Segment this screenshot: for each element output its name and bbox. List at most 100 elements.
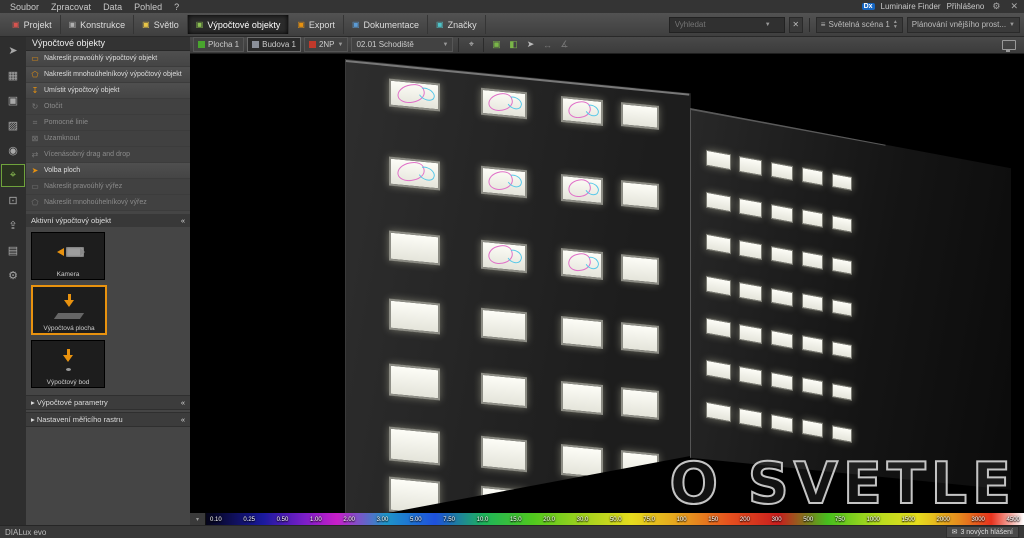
object-tile-label: Výpočtový bod <box>46 379 90 386</box>
tab-dokumentace[interactable]: ▣ Dokumentace <box>344 15 429 34</box>
angle-icon[interactable]: ∡ <box>557 39 571 50</box>
monitor-icon[interactable] <box>1002 39 1016 52</box>
floor-icon <box>308 41 316 48</box>
tab-label: Konstrukce <box>80 19 126 30</box>
tool-label: Otočit <box>44 103 63 110</box>
menu-item-pohled[interactable]: Pohled <box>128 2 168 12</box>
tool-nakreslit-pravo-hl-v-po-tov-objekt[interactable]: ▭ Nakreslit pravoúhlý výpočtový objekt <box>26 51 190 67</box>
planning-mode-dropdown[interactable]: Plánování vnějšího prost... ▼ <box>906 16 1020 33</box>
export-mode-icon[interactable]: ⇪ <box>1 214 25 237</box>
luminaire-finder-link[interactable]: Luminaire Finder <box>881 2 941 11</box>
view-mode-icon[interactable]: ⊡ <box>1 189 25 212</box>
scale-value: 2000 <box>936 516 950 523</box>
tab-konstrukce[interactable]: ▣ Konstrukce <box>61 15 135 34</box>
building-window <box>832 215 852 234</box>
collapse-icon[interactable]: « <box>181 214 185 227</box>
building-window <box>389 298 440 335</box>
gear-icon[interactable]: ⚙ <box>990 1 1002 12</box>
menu-item-soubor[interactable]: Soubor <box>4 2 45 12</box>
building-label: Budova 1 <box>262 40 296 49</box>
viewport-toolbar-divider <box>458 37 460 52</box>
measure-icon[interactable]: ↔ <box>540 40 554 50</box>
spinner-icon[interactable]: ▲ ▼ <box>893 19 898 30</box>
login-status[interactable]: Přihlášeno <box>947 2 985 11</box>
chevron-down-icon[interactable]: ▼ <box>765 22 771 28</box>
light-scene-dropdown[interactable]: ≡ Světelná scéna 1 ▲ ▼ <box>815 16 903 33</box>
scale-value: 200 <box>739 516 750 523</box>
clear-search-button[interactable]: ✕ <box>788 16 803 33</box>
surface-icon <box>198 41 205 48</box>
tool-nakreslit-mnoho-heln-kov-v-po-tov-objekt[interactable]: ⬠ Nakreslit mnohoúhelníkový výpočtový obj… <box>26 67 190 83</box>
building-window <box>481 87 527 120</box>
tool-label: Nakreslit pravoúhlý výřez <box>44 183 123 190</box>
room-dropdown[interactable]: 02.01 Schodiště ▼ <box>351 37 454 52</box>
scale-value: 30.0 <box>576 516 589 523</box>
building-window <box>739 197 762 218</box>
scale-value: 20.0 <box>543 516 555 523</box>
building-window <box>706 317 731 339</box>
3d-canvas[interactable]: O SVETLE <box>190 53 1024 513</box>
building-window <box>706 401 731 423</box>
message-icon: ✉ <box>951 529 958 536</box>
scale-value: 0.25 <box>243 516 256 523</box>
building-window <box>621 102 659 131</box>
notifications-button[interactable]: ✉ 3 nových hlášení <box>945 526 1019 538</box>
object-tile-kamera[interactable]: Kamera <box>31 232 105 280</box>
building-window <box>739 239 762 260</box>
pan-icon[interactable]: ⌖ <box>464 39 478 50</box>
scale-value: 3.00 <box>376 516 389 523</box>
materials-mode-icon[interactable]: ▨ <box>1 114 25 137</box>
building-window <box>561 380 603 416</box>
tool-label: Pomocné linie <box>44 119 88 126</box>
building-window <box>561 493 603 513</box>
light-mode-icon[interactable]: ◉ <box>1 139 25 162</box>
floor-dropdown[interactable]: 2NP ▼ <box>303 37 349 52</box>
menu-item-?[interactable]: ? <box>168 2 185 12</box>
scale-value: 0.10 <box>210 516 222 523</box>
camera-icon <box>53 247 85 257</box>
main-toolbar: ▣ Projekt ▣ Konstrukce ▣ Světlo ▣ Výpočtové obj… <box>0 13 1024 37</box>
calculation-mode-icon[interactable]: ⌖ <box>1 164 25 187</box>
menu-item-data[interactable]: Data <box>97 2 128 12</box>
chevron-down-icon: ▼ <box>337 41 344 48</box>
menu-item-zpracovat[interactable]: Zpracovat <box>45 2 97 12</box>
search-input[interactable] <box>672 19 763 30</box>
calculation-objects-icon: ▣ <box>195 20 204 29</box>
tool-label: Volba ploch <box>44 167 81 174</box>
building-chip[interactable]: Budova 1 <box>247 37 301 52</box>
room-label: 02.01 Schodiště <box>356 40 414 49</box>
tab-export[interactable]: ▣ Export <box>289 15 344 34</box>
tab-projekt[interactable]: ▣ Projekt <box>4 15 61 34</box>
display-mode-icon[interactable]: ▣ <box>489 39 503 50</box>
settings-mode-icon[interactable]: ⚙ <box>1 264 25 287</box>
pointer-icon[interactable]: ➤ <box>523 39 537 50</box>
documentation-mode-icon[interactable]: ▤ <box>1 239 25 262</box>
construction-mode-icon[interactable]: ▦ <box>1 64 25 87</box>
building-window <box>481 435 527 473</box>
tab-zna-ky[interactable]: ▣ Značky <box>428 15 486 34</box>
furniture-mode-icon[interactable]: ▣ <box>1 89 25 112</box>
object-tile-v-po-tov-bod[interactable]: Výpočtový bod <box>31 340 105 388</box>
scale-value: 1500 <box>901 516 915 523</box>
view-cube-icon[interactable]: ◧ <box>506 39 520 50</box>
building-window <box>771 371 793 392</box>
building-window <box>771 161 793 182</box>
search-box[interactable]: ▼ <box>668 16 785 33</box>
tool-v-cen-sobn-drag-and-drop: ⇄ Vícenásobný drag and drop <box>26 147 190 163</box>
active-object-section-header: Aktivní výpočtový objekt « <box>26 214 190 227</box>
surface-chip[interactable]: Plocha 1 <box>193 37 245 52</box>
select-tool-icon[interactable]: ➤ <box>1 39 25 62</box>
object-tile-v-po-tov-plocha[interactable]: Výpočtová plocha <box>31 285 107 335</box>
place-object-icon: ↧ <box>31 86 39 95</box>
tab-sv-tlo[interactable]: ▣ Světlo <box>134 15 188 34</box>
notifications-label: 3 nových hlášení <box>960 528 1013 536</box>
building-window <box>621 254 659 285</box>
select-surfaces-icon: ➤ <box>31 166 39 175</box>
section-v-po-tov-parametry[interactable]: ▸ Výpočtové parametry « <box>26 395 190 410</box>
tool-volba-ploch[interactable]: ➤ Volba ploch <box>26 163 190 179</box>
section-nastaven-m-ic-ho-rastru[interactable]: ▸ Nastavení měřicího rastru « <box>26 412 190 427</box>
tool-um-stit-v-po-tov-objekt[interactable]: ↧ Umístit výpočtový objekt <box>26 83 190 99</box>
menu-bar: Soubor Zpracovat Data Pohled? Dx Luminaire … <box>0 0 1024 13</box>
tab-v-po-tov-objekty[interactable]: ▣ Výpočtové objekty <box>187 15 290 34</box>
close-icon[interactable]: ✕ <box>1008 1 1020 12</box>
